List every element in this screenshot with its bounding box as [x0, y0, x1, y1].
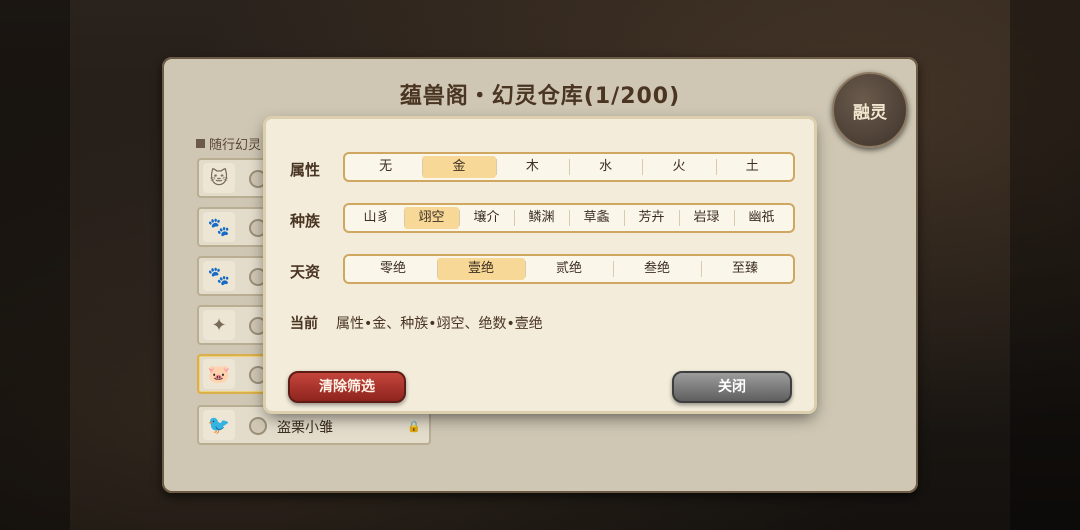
beast-icon: 🐾 [203, 212, 235, 242]
race-option[interactable]: 壤介 [459, 207, 514, 229]
attribute-option[interactable]: 金 [422, 156, 496, 178]
pet-name: 盗栗小雏 [277, 420, 333, 436]
talent-selector: 零绝 壹绝 贰绝 叁绝 至臻 [343, 254, 795, 284]
race-option[interactable]: 山豸 [349, 207, 404, 229]
bird-icon: 🐦 [203, 410, 235, 440]
follow-pets-label: 随行幻灵 [196, 134, 261, 153]
race-selector: 山豸 翊空 壤介 鳞渊 草螽 芳卉 岩琭 幽祇 [343, 203, 795, 233]
attribute-option[interactable]: 木 [495, 156, 569, 178]
race-option[interactable]: 芳卉 [624, 207, 679, 229]
attribute-selector: 无金木水火土 [343, 152, 795, 182]
pet-list-item[interactable]: 🐦 盗栗小雏 🔒 [197, 405, 431, 445]
element-badge [249, 170, 267, 188]
lock-icon[interactable]: 🔒 [407, 420, 421, 433]
talent-option[interactable]: 零绝 [349, 258, 437, 280]
talent-option[interactable]: 叁绝 [613, 258, 701, 280]
current-filter-value: 属性•金、种族•翊空、绝数•壹绝 [336, 316, 543, 332]
clear-filter-button[interactable]: 清除筛选 [288, 371, 406, 403]
cat-icon: 🐱 [203, 163, 235, 193]
attribute-option[interactable]: 火 [642, 156, 715, 178]
element-badge [249, 417, 267, 435]
race-label: 种族 [290, 212, 321, 230]
talent-option[interactable]: 壹绝 [437, 258, 525, 280]
element-badge [249, 317, 267, 335]
talent-option[interactable]: 至臻 [701, 258, 789, 280]
attribute-option[interactable]: 无 [349, 156, 422, 178]
square-icon [196, 139, 205, 148]
attribute-option[interactable]: 土 [715, 156, 789, 178]
attribute-label: 属性 [290, 161, 321, 179]
follow-label-text: 随行幻灵 [209, 138, 262, 153]
race-option[interactable]: 幽祇 [734, 207, 789, 229]
element-badge [249, 219, 267, 237]
fuse-button[interactable]: 融灵 [832, 72, 908, 148]
spirit-icon: ✦ [203, 310, 235, 340]
panel-title: 蕴兽阁・幻灵仓库(1/200) [399, 84, 681, 109]
talent-label: 天资 [290, 263, 321, 281]
race-option[interactable]: 草螽 [569, 207, 624, 229]
talent-option[interactable]: 贰绝 [525, 258, 613, 280]
close-button[interactable]: 关闭 [672, 371, 792, 403]
attribute-option[interactable]: 水 [568, 156, 642, 178]
pig-icon: 🐷 [203, 359, 235, 389]
race-option[interactable]: 翊空 [404, 207, 459, 229]
current-filter-label: 当前 [290, 316, 318, 332]
race-option[interactable]: 岩琭 [679, 207, 734, 229]
race-option[interactable]: 鳞渊 [514, 207, 569, 229]
element-badge [249, 268, 267, 286]
beast-icon: 🐾 [203, 261, 235, 291]
element-badge [249, 366, 267, 384]
